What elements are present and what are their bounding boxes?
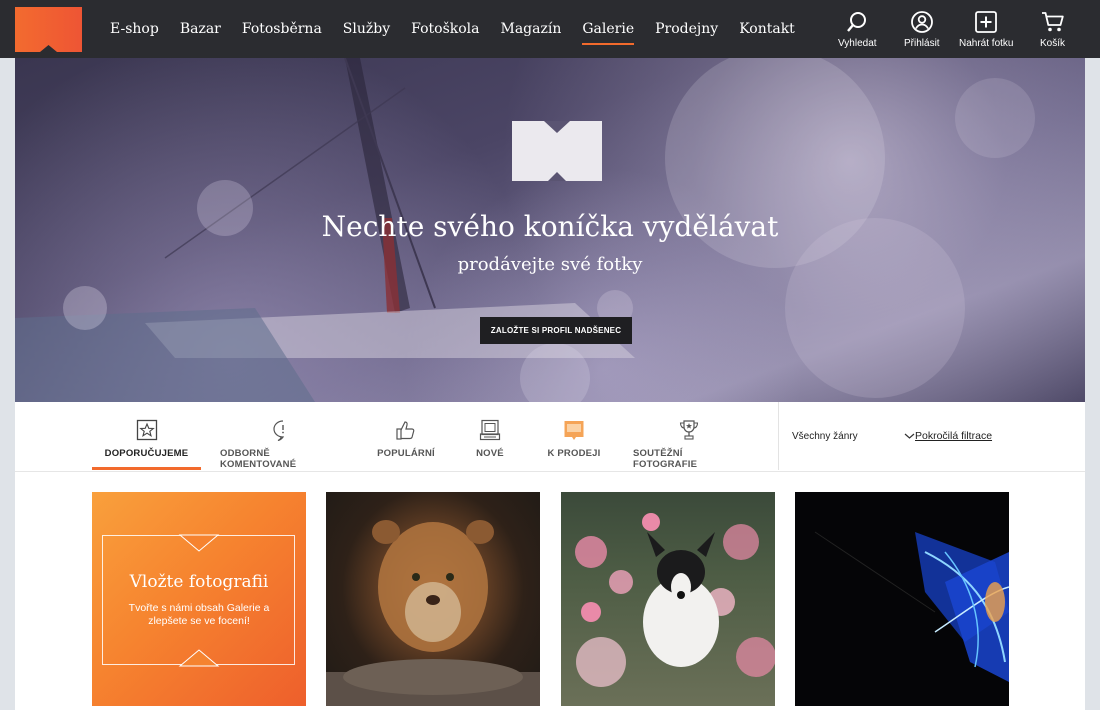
plus-square-icon bbox=[975, 11, 998, 33]
tab-new[interactable]: NOVÉ bbox=[470, 402, 510, 472]
nav-link-prodejny[interactable]: Prodejny bbox=[655, 0, 718, 58]
tab-recommended[interactable]: DOPORUČUJEME bbox=[92, 402, 201, 472]
nav-link-fotoskola[interactable]: Fotoškola bbox=[411, 0, 479, 58]
cart-button[interactable]: Košík bbox=[1040, 10, 1065, 49]
search-button[interactable]: Vyhledat bbox=[838, 10, 877, 49]
star-icon bbox=[136, 419, 157, 441]
light-art-photo bbox=[814, 531, 1009, 682]
chevron-down-icon bbox=[904, 433, 915, 439]
tab-label: POPULÁRNÍ bbox=[377, 448, 435, 459]
promo-title: Vložte fotografii bbox=[129, 572, 269, 592]
search-label: Vyhledat bbox=[838, 38, 877, 49]
dog-photo bbox=[575, 513, 775, 687]
tabs-divider bbox=[778, 402, 779, 470]
tab-label: NOVÉ bbox=[476, 448, 504, 459]
for-sale-icon bbox=[564, 421, 584, 440]
upload-photo-card[interactable]: Vložte fotografii Tvořte s námi obsah Ga… bbox=[92, 492, 306, 706]
hero-subtitle: prodávejte své fotky bbox=[457, 254, 643, 275]
tab-contest-photos[interactable]: SOUTĚŽNÍ FOTOGRAFIE bbox=[633, 402, 745, 472]
user-icon bbox=[910, 11, 933, 33]
hero-banner: Nechte svého koníčka vydělávat prodávejt… bbox=[15, 58, 1085, 402]
login-button[interactable]: Přihlásit bbox=[904, 10, 940, 49]
genre-select[interactable]: Všechny žánry bbox=[792, 431, 858, 442]
thumbs-up-icon bbox=[396, 421, 415, 440]
leopard-photo bbox=[326, 520, 540, 706]
nav-link-eshop[interactable]: E-shop bbox=[110, 0, 159, 58]
advanced-filter-link[interactable]: Pokročilá filtrace bbox=[904, 430, 992, 442]
main-menu: E-shop Bazar Fotosběrna Služby Fotoškola… bbox=[110, 0, 816, 58]
promo-logo-notches bbox=[178, 534, 220, 667]
nav-link-kontakt[interactable]: Kontakt bbox=[739, 0, 795, 58]
new-photo-icon bbox=[479, 419, 501, 441]
login-label: Přihlásit bbox=[904, 38, 940, 49]
brand-logo[interactable] bbox=[15, 7, 82, 52]
hero-logo-icon bbox=[512, 121, 602, 181]
gallery-photo-dog[interactable] bbox=[561, 492, 775, 706]
advanced-filter-label: Pokročilá filtrace bbox=[915, 430, 993, 442]
trophy-icon bbox=[679, 420, 699, 440]
nav-link-bazar[interactable]: Bazar bbox=[180, 0, 221, 58]
tab-popular[interactable]: POPULÁRNÍ bbox=[373, 402, 439, 472]
gallery-filter-tabs: DOPORUČUJEME ODBORNĚ KOMENTOVANÉ POPULÁR… bbox=[15, 402, 1085, 472]
create-profile-button[interactable]: ZALOŽTE SI PROFIL NADŠENEC bbox=[480, 317, 632, 344]
cart-label: Košík bbox=[1040, 38, 1066, 49]
nav-link-sluzby[interactable]: Služby bbox=[343, 0, 390, 58]
gallery-photo-leopard[interactable] bbox=[326, 492, 540, 706]
nav-link-fotosberna[interactable]: Fotosběrna bbox=[242, 0, 322, 58]
cart-icon bbox=[1041, 12, 1064, 32]
promo-text: Tvořte s námi obsah Galerie a zlepšete s… bbox=[128, 602, 270, 627]
upload-photo-button[interactable]: Nahrát fotku bbox=[959, 10, 1013, 49]
tab-label: ODBORNĚ KOMENTOVANÉ bbox=[220, 448, 297, 470]
tab-for-sale[interactable]: K PRODEJI bbox=[545, 402, 603, 472]
tab-expert-commented[interactable]: ODBORNĚ KOMENTOVANÉ bbox=[220, 402, 345, 472]
top-navigation: E-shop Bazar Fotosběrna Služby Fotoškola… bbox=[0, 0, 1100, 58]
nav-link-galerie[interactable]: Galerie bbox=[582, 0, 634, 58]
tab-label: K PRODEJI bbox=[547, 448, 601, 459]
hero-title: Nechte svého koníčka vydělávat bbox=[321, 210, 779, 243]
upload-label: Nahrát fotku bbox=[959, 38, 1014, 49]
nav-link-magazin[interactable]: Magazín bbox=[501, 0, 562, 58]
tab-label: SOUTĚŽNÍ FOTOGRAFIE bbox=[633, 448, 698, 470]
comment-icon bbox=[272, 420, 284, 441]
tab-label: DOPORUČUJEME bbox=[104, 448, 189, 459]
gallery-photo-light-art[interactable] bbox=[795, 492, 1009, 706]
photo-gallery: Vložte fotografii Tvořte s námi obsah Ga… bbox=[15, 472, 1085, 710]
search-icon bbox=[847, 12, 867, 32]
